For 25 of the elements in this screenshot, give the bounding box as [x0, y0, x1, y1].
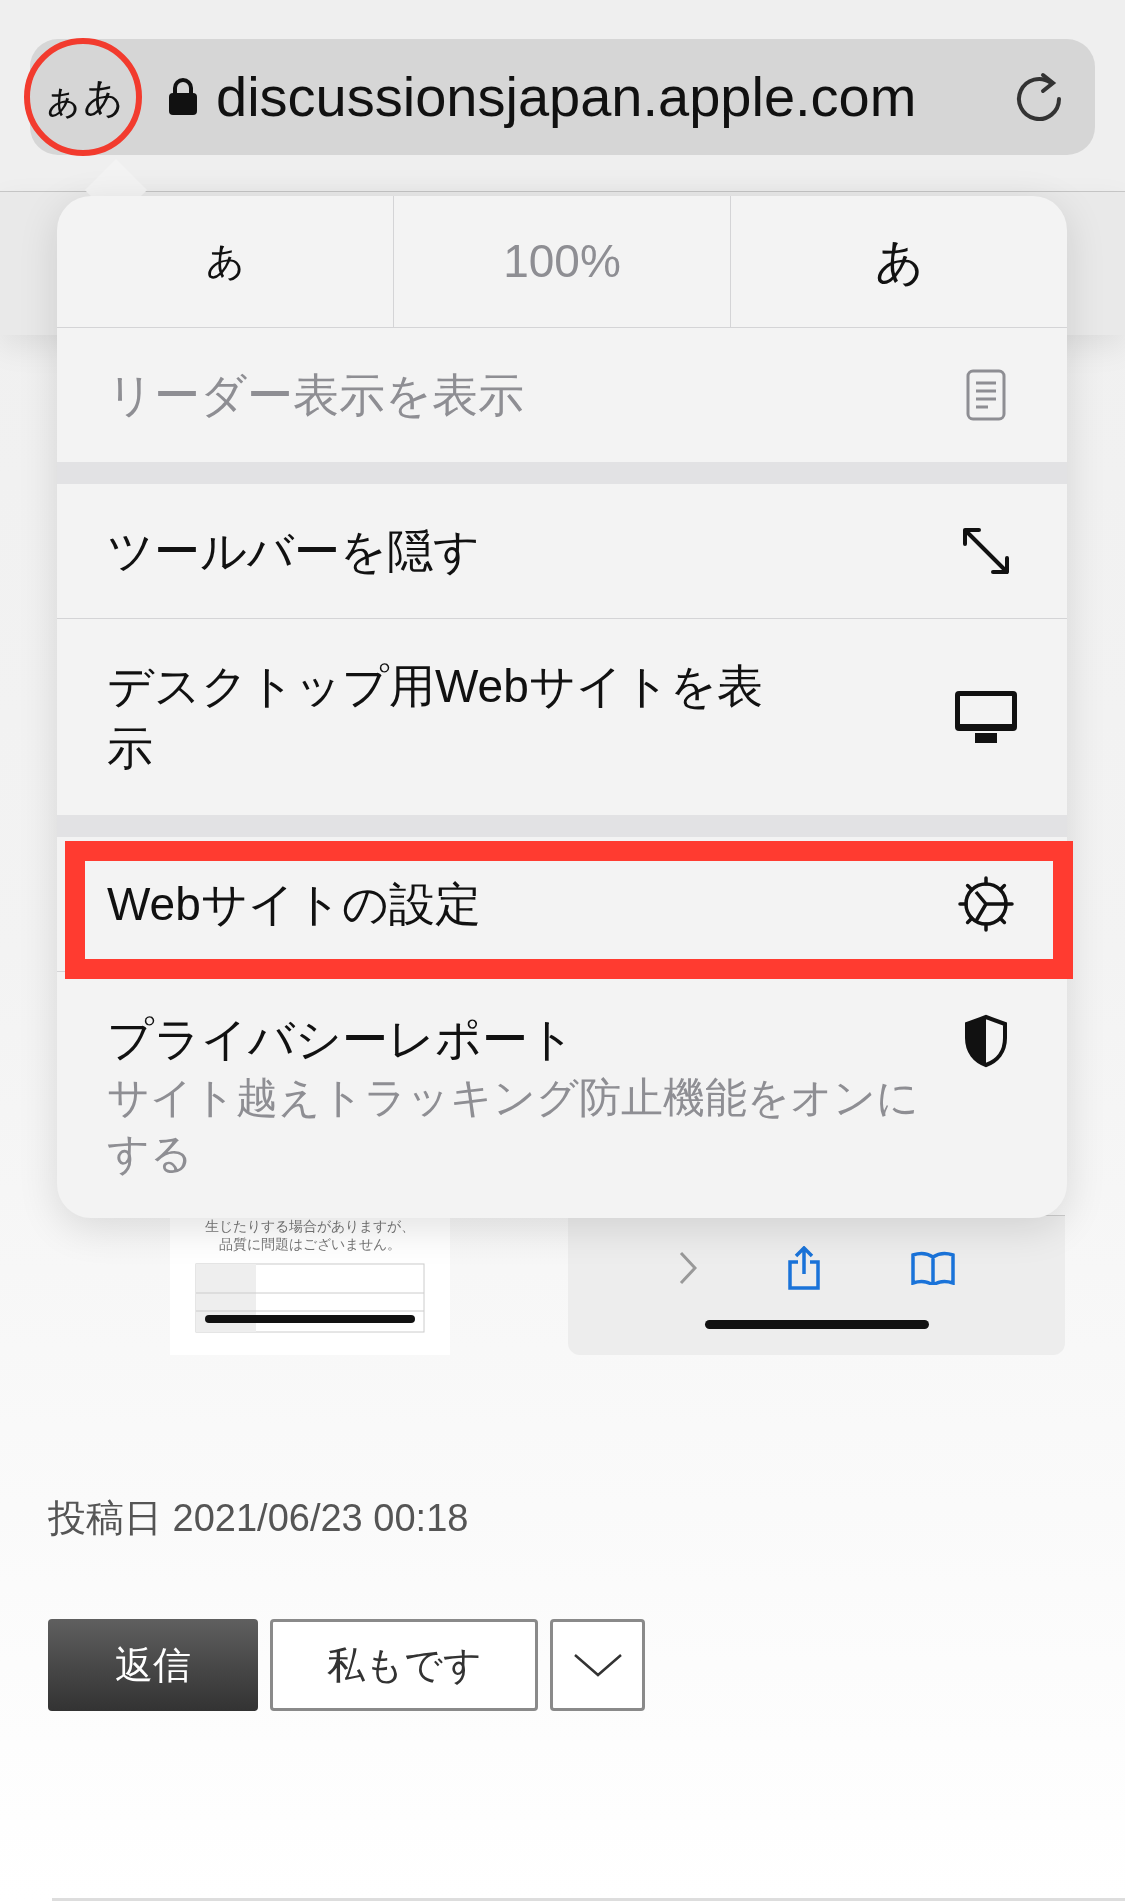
font-size-button[interactable]: あ: [57, 196, 393, 327]
dropdown-button[interactable]: [550, 1619, 645, 1711]
chevron-right-icon: [678, 1251, 697, 1285]
lock-icon: [168, 78, 198, 116]
share-icon: [786, 1246, 821, 1290]
expand-arrows-icon: [961, 526, 1011, 576]
menu-item-label[interactable]: プライバシーレポート: [107, 1008, 767, 1070]
url-text: discussionsjapan.apple.com: [216, 64, 918, 130]
menu-item-label[interactable]: Webサイトの設定: [107, 873, 481, 935]
desktop-icon: [953, 689, 1019, 745]
book-icon: [910, 1251, 955, 1285]
menu-item-label[interactable]: ツールバーを隠す: [107, 520, 480, 582]
reply-button[interactable]: 返信: [48, 1619, 258, 1711]
menu-item-label[interactable]: デスクトップ用Webサイトを表示: [107, 655, 767, 779]
me-too-button[interactable]: 私もです: [270, 1619, 538, 1711]
chevron-down-icon: [572, 1653, 623, 1677]
image-caption: 品質に問題はございません。: [219, 1235, 401, 1253]
menu-item-subtitle: サイト越えトラッキング防止機能をオンにする: [107, 1073, 920, 1179]
shield-icon: [963, 1014, 1009, 1068]
post-date: 投稿日 2021/06/23 00:18: [48, 1497, 469, 1539]
image-caption: 生じたりする場合がありますが、: [205, 1217, 415, 1235]
settings-icon: [955, 873, 1017, 935]
text-size-button[interactable]: ぁあ: [24, 38, 142, 156]
document-icon: [966, 369, 1006, 421]
font-size-button[interactable]: あ: [730, 196, 1067, 327]
